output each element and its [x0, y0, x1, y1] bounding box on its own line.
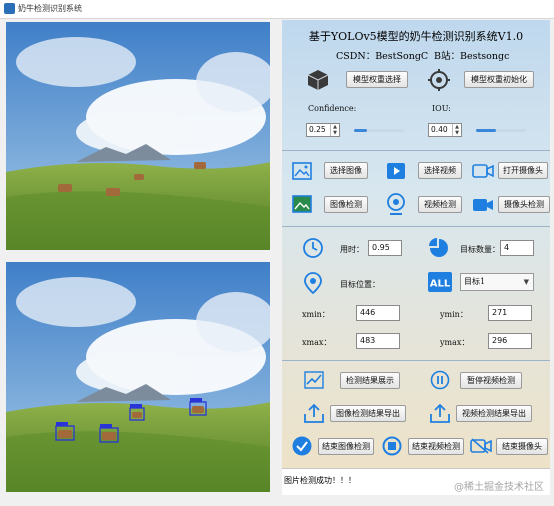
- original-image-view: [6, 22, 270, 250]
- init-weights-button[interactable]: 模型权重初始化: [464, 71, 534, 88]
- divider: [282, 226, 550, 227]
- spin-arrows-icon[interactable]: ▲ ▼: [452, 124, 461, 136]
- show-results-button[interactable]: 检测结果展示: [340, 372, 400, 389]
- bilibili-label: B站：Bestsongc: [434, 51, 510, 62]
- pause-icon: [430, 370, 450, 390]
- confidence-slider-fill: [354, 129, 367, 132]
- end-video-detect-button[interactable]: 结束视频检测: [408, 438, 464, 455]
- select-weights-button[interactable]: 模型权重选择: [346, 71, 408, 88]
- position-label: 目标位置：: [340, 280, 380, 289]
- ymin-label: ymin：: [440, 310, 468, 319]
- iou-slider[interactable]: [476, 129, 526, 132]
- stop-icon: [382, 436, 402, 456]
- cube-icon: [307, 70, 329, 90]
- upload-icon: [304, 403, 324, 423]
- image-icon: [292, 162, 312, 180]
- select-video-button[interactable]: 选择视频: [418, 162, 462, 179]
- spin-arrows-icon[interactable]: ▲ ▼: [330, 124, 339, 136]
- camera-detect-icon: [473, 199, 493, 211]
- clock-icon: [303, 238, 323, 258]
- video-file-icon: [387, 163, 405, 179]
- xmax-label: xmax：: [302, 338, 332, 347]
- video-detect-button[interactable]: 视频检测: [418, 196, 462, 213]
- image-detect-icon: [292, 195, 312, 213]
- location-pin-icon: [304, 272, 322, 294]
- xmax-field[interactable]: 483: [356, 333, 400, 349]
- pasture-image: [6, 22, 270, 250]
- pasture-detected-image: [6, 262, 270, 492]
- app-heading: 基于YOLOv5模型的奶牛检测识别系统V1.0: [308, 30, 524, 43]
- iou-slider-fill: [476, 129, 496, 132]
- camera-detect-button[interactable]: 摄像头检测: [498, 196, 550, 213]
- export-video-results-button[interactable]: 视频检测结果导出: [456, 405, 532, 422]
- status-message: 图片检测成功！！！: [284, 476, 356, 485]
- image-detect-button[interactable]: 图像检测: [324, 196, 368, 213]
- confidence-spinbox[interactable]: 0.25 ▲ ▼: [306, 123, 340, 137]
- window-title: 奶牛检测识别系统: [18, 4, 82, 13]
- chevron-down-icon: ▼: [523, 278, 529, 286]
- end-image-detect-button[interactable]: 结束图像检测: [318, 438, 374, 455]
- control-panel: 基于YOLOv5模型的奶牛检测识别系统V1.0 CSDN：BestSongC B…: [282, 20, 550, 494]
- app-icon: [4, 3, 15, 14]
- watermark: @稀土掘金技术社区: [454, 482, 544, 493]
- upload-icon: [430, 403, 450, 423]
- xmin-label: xmin：: [302, 310, 330, 319]
- svg-text:ALL: ALL: [430, 279, 451, 290]
- count-field[interactable]: 4: [500, 240, 534, 256]
- end-camera-button[interactable]: 结束摄像头: [496, 438, 548, 455]
- check-circle-icon: [292, 436, 312, 456]
- xmin-field[interactable]: 446: [356, 305, 400, 321]
- time-field[interactable]: 0.95: [368, 240, 402, 256]
- camera-off-icon: [470, 438, 492, 454]
- select-image-button[interactable]: 选择图像: [324, 162, 368, 179]
- all-targets-icon: ALL: [428, 272, 452, 292]
- ymax-label: ymax：: [440, 338, 470, 347]
- count-label: 目标数量：: [460, 245, 500, 254]
- time-label: 用时：: [340, 245, 364, 254]
- target-icon: [428, 69, 450, 91]
- divider: [282, 360, 550, 361]
- ymin-field[interactable]: 271: [488, 305, 532, 321]
- confidence-label: Confidence:: [308, 104, 357, 113]
- confidence-slider[interactable]: [354, 129, 404, 132]
- pause-video-button[interactable]: 暂停视频检测: [460, 372, 522, 389]
- video-camera-icon: [472, 164, 494, 178]
- export-image-results-button[interactable]: 图像检测结果导出: [330, 405, 406, 422]
- ymax-field[interactable]: 296: [488, 333, 532, 349]
- csdn-label: CSDN：BestSongC: [336, 51, 429, 62]
- iou-spinbox[interactable]: 0.40 ▲ ▼: [428, 123, 462, 137]
- open-camera-button[interactable]: 打开摄像头: [498, 162, 548, 179]
- detection-result-view: [6, 262, 270, 492]
- line-chart-icon: [304, 371, 324, 389]
- webcam-icon: [387, 193, 405, 215]
- iou-label: IOU:: [432, 104, 451, 113]
- pie-chart-icon: [429, 238, 448, 257]
- window-titlebar: 奶牛检测识别系统: [0, 0, 554, 19]
- divider: [282, 150, 550, 151]
- target-select[interactable]: 目标1 ▼: [460, 273, 534, 291]
